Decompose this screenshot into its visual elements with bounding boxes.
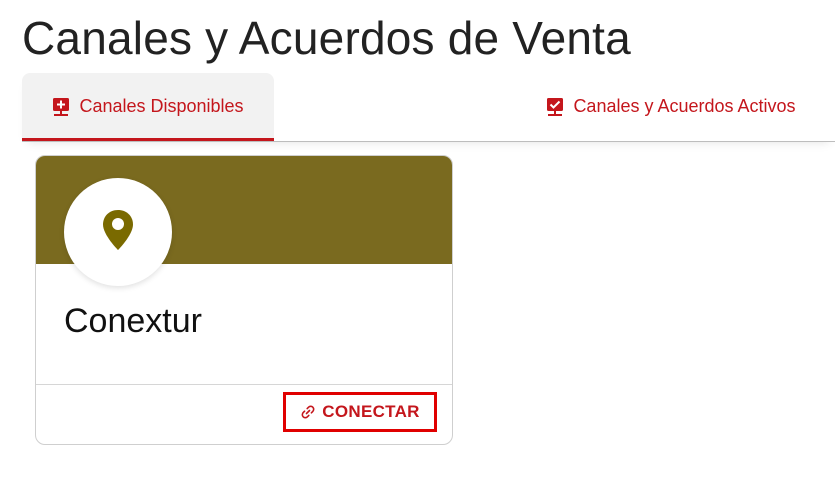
connect-button-label: CONECTAR bbox=[322, 402, 420, 421]
tab-active-channels-label: Canales y Acuerdos Activos bbox=[573, 96, 796, 116]
card-divider bbox=[36, 384, 452, 385]
tab-available-channels[interactable]: Canales Disponibles bbox=[22, 73, 274, 141]
connect-button[interactable]: CONECTAR bbox=[283, 392, 437, 432]
channel-avatar bbox=[64, 178, 172, 286]
channel-name: Conextur bbox=[64, 302, 202, 340]
active-channel-check-icon bbox=[546, 97, 564, 117]
add-channel-icon bbox=[52, 97, 70, 117]
map-pin-icon bbox=[100, 208, 136, 257]
tab-available-channels-label: Canales Disponibles bbox=[79, 96, 244, 116]
page-title: Canales y Acuerdos de Venta bbox=[22, 12, 631, 64]
tab-bar: Canales Disponibles Canales y Acuerdos A… bbox=[22, 73, 835, 142]
tab-active-channels[interactable]: Canales y Acuerdos Activos bbox=[536, 73, 806, 140]
channel-card: Conextur CONECTAR bbox=[35, 155, 453, 445]
link-icon bbox=[300, 404, 316, 420]
